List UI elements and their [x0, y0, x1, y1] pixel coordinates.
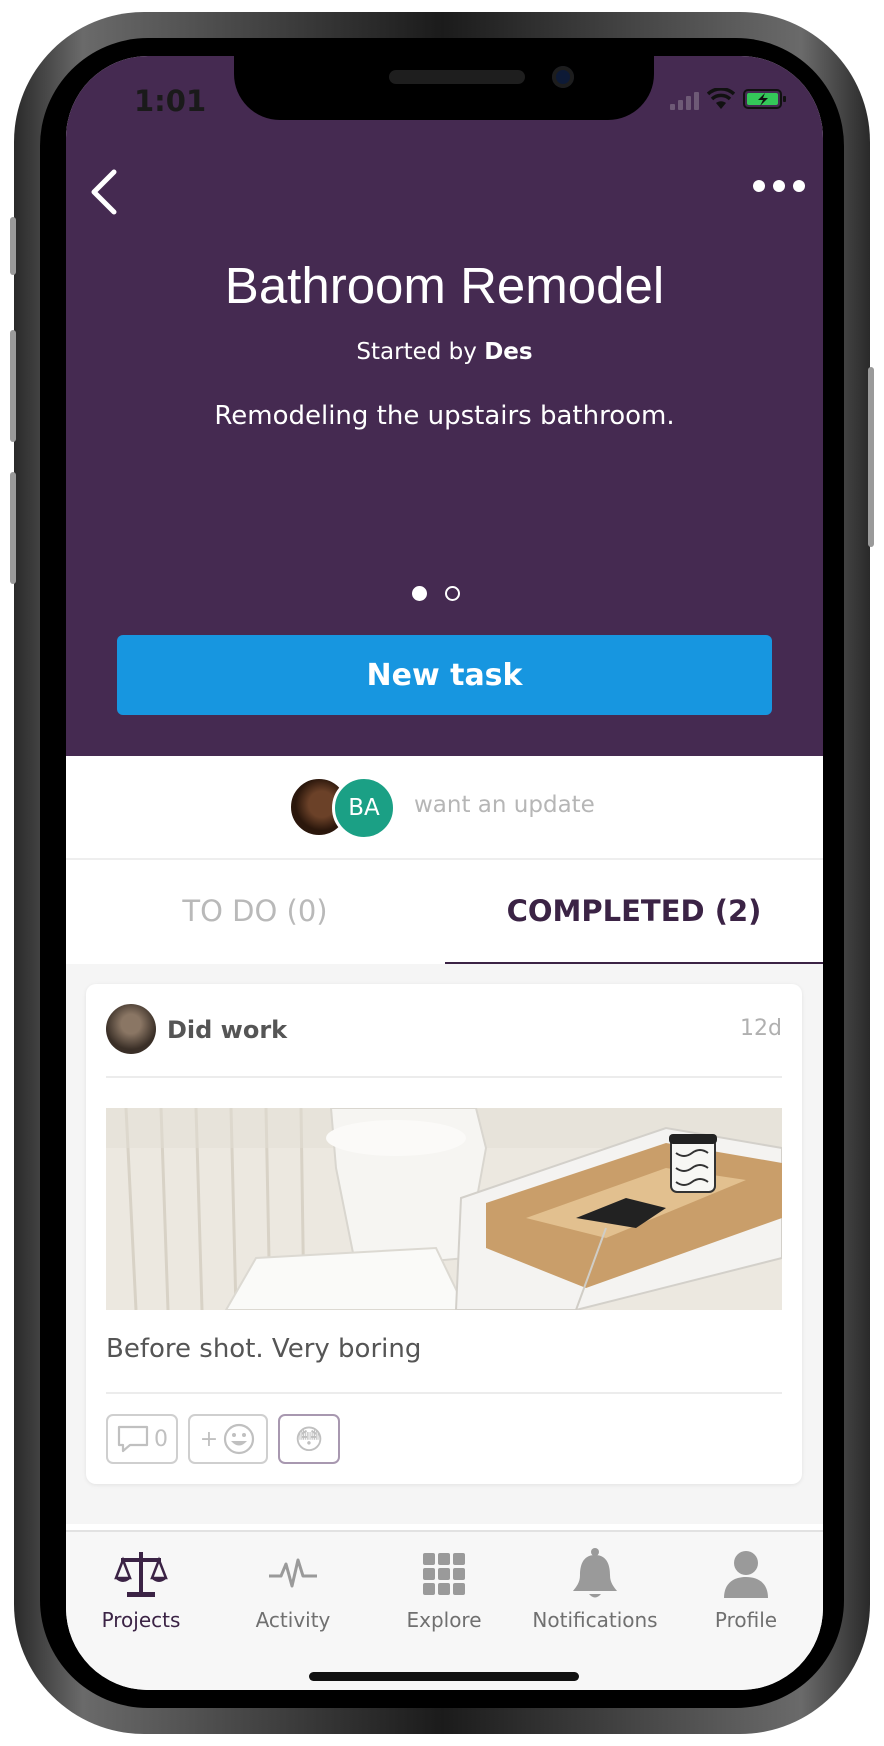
task-title: Did work	[167, 1016, 288, 1044]
divider	[106, 1392, 782, 1394]
tab-label: Explore	[406, 1608, 482, 1632]
comment-icon	[117, 1425, 149, 1453]
wifi-icon	[707, 88, 735, 110]
update-requesters[interactable]: BA want an update	[66, 756, 823, 860]
screen: 1:01 Bathroom Remodel Started by Des Rem…	[66, 56, 823, 1690]
status-icons	[670, 88, 787, 110]
task-caption: Before shot. Very boring	[106, 1334, 422, 1364]
tab-label: Projects	[101, 1608, 181, 1632]
comment-count: 0	[154, 1426, 168, 1452]
task-feed: Did work 12d Before shot. Very boring 0 …	[66, 964, 823, 1524]
tab-projects[interactable]: Projects	[66, 1544, 216, 1632]
volume-down-button	[10, 472, 16, 584]
front-camera	[552, 66, 574, 88]
tab-profile[interactable]: Profile	[671, 1544, 821, 1632]
home-indicator[interactable]	[309, 1672, 579, 1681]
more-options-button[interactable]	[753, 180, 805, 192]
scales-icon	[114, 1552, 168, 1597]
person-icon	[724, 1551, 768, 1598]
notch	[234, 56, 654, 120]
task-timestamp: 12d	[740, 1016, 782, 1041]
project-title: Bathroom Remodel	[224, 257, 665, 314]
want-update-text: want an update	[414, 792, 595, 818]
pulse-icon	[269, 1558, 317, 1588]
page-indicator[interactable]	[412, 586, 460, 601]
flushed-face-icon: 😳	[294, 1422, 324, 1456]
status-time: 1:01	[134, 84, 207, 118]
reaction-flushed[interactable]: 😳	[278, 1414, 340, 1464]
cellular-signal-icon	[670, 92, 699, 110]
bell-icon	[573, 1548, 617, 1598]
add-reaction-button[interactable]: +	[188, 1414, 268, 1464]
volume-up-button	[10, 330, 16, 442]
owner-name: Des	[484, 339, 533, 365]
battery-charging-icon	[743, 88, 787, 110]
grid-icon	[423, 1553, 465, 1595]
more-dot-icon	[753, 180, 765, 192]
bathroom-photo	[106, 1108, 782, 1310]
power-button	[868, 367, 874, 547]
project-description: Remodeling the upstairs bathroom.	[214, 401, 675, 431]
project-owner: Started by Des	[66, 339, 823, 365]
tab-explore[interactable]: Explore	[369, 1544, 519, 1632]
tab-label: Notifications	[532, 1608, 658, 1632]
more-dot-icon	[793, 180, 805, 192]
page-dot-1[interactable]	[412, 586, 427, 601]
task-photo[interactable]	[106, 1108, 782, 1310]
divider	[106, 1076, 782, 1078]
task-tabs: TO DO (0) COMPLETED (2)	[66, 858, 823, 967]
task-card[interactable]: Did work 12d Before shot. Very boring 0 …	[86, 984, 802, 1484]
back-button[interactable]	[84, 166, 124, 218]
comment-button[interactable]: 0	[106, 1414, 178, 1464]
task-actions: 0 + 😳	[106, 1414, 340, 1464]
tab-label: Profile	[714, 1608, 778, 1632]
tab-activity[interactable]: Activity	[218, 1544, 368, 1632]
avatar	[106, 1004, 156, 1054]
page-dot-2[interactable]	[445, 586, 460, 601]
bottom-tab-bar: Projects Activity Explore Notifications …	[66, 1530, 823, 1690]
new-task-button[interactable]: New task	[117, 635, 772, 715]
tab-todo[interactable]: TO DO (0)	[66, 858, 444, 964]
project-header: 1:01 Bathroom Remodel Started by Des Rem…	[66, 56, 823, 756]
more-dot-icon	[773, 180, 785, 192]
chevron-left-icon	[91, 169, 117, 215]
avatar-initials: BA	[332, 776, 396, 840]
started-by-label: Started by	[356, 339, 477, 365]
tab-completed[interactable]: COMPLETED (2)	[445, 858, 823, 964]
tab-label: Activity	[255, 1608, 331, 1632]
mute-switch	[10, 217, 16, 275]
speaker	[389, 70, 525, 84]
tab-notifications[interactable]: Notifications	[520, 1544, 670, 1632]
smiley-icon	[224, 1423, 255, 1455]
plus-icon: +	[199, 1426, 219, 1452]
